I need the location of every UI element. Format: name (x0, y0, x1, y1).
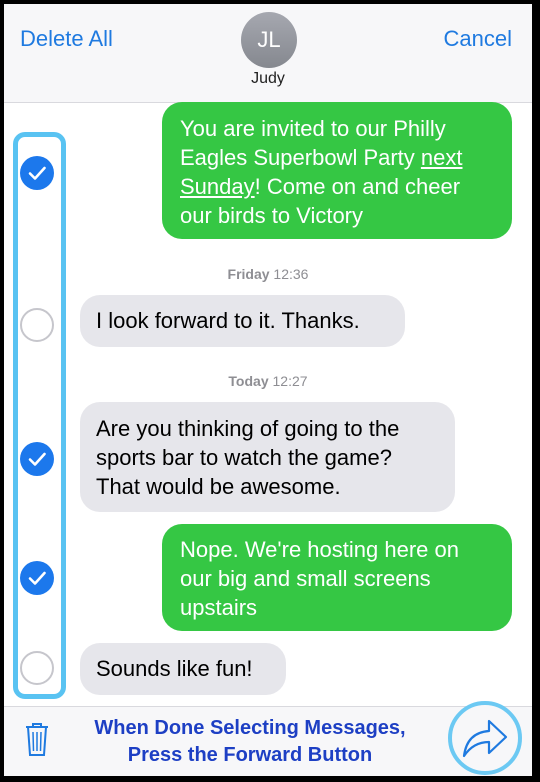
message-line: That would be awesome. (96, 474, 341, 499)
link-text[interactable]: Sunday (180, 174, 255, 199)
message-line: our big and small screens (180, 566, 431, 591)
instruction-line: Press the Forward Button (127, 744, 373, 766)
timestamp: Today 12:27 (228, 373, 308, 389)
message-line: You are invited to our Philly (180, 116, 446, 141)
message-line: our birds to Victory (180, 203, 364, 228)
checkmark-icon (28, 166, 46, 180)
message-line: Sunday! Come on and cheer (180, 174, 461, 199)
forward-button[interactable] (448, 701, 522, 775)
message-bubble-incoming[interactable]: Are you thinking of going to the sports b… (80, 402, 455, 512)
messages-select-screen: Delete All JL Judy Cancel You are invite… (4, 4, 532, 776)
link-text[interactable]: next (421, 145, 463, 170)
message-bubble-incoming[interactable]: Sounds like fun! (80, 643, 286, 695)
message-select-checkbox[interactable] (20, 442, 54, 476)
cancel-button[interactable]: Cancel (444, 26, 512, 52)
checkmark-icon (28, 452, 46, 466)
bottom-toolbar: When Done Selecting Messages, Press the … (4, 701, 532, 776)
message-line: Are you thinking of going to the (96, 416, 400, 441)
message-line: Nope. We're hosting here on (180, 537, 459, 562)
contact-name[interactable]: Judy (4, 70, 532, 88)
message-bubble-outgoing[interactable]: Nope. We're hosting here on our big and s… (162, 524, 512, 631)
message-select-checkbox[interactable] (20, 308, 54, 342)
message-select-checkbox[interactable] (20, 651, 54, 685)
selection-column-highlight (13, 132, 66, 699)
contact-avatar[interactable]: JL (241, 12, 297, 68)
instruction-text: When Done Selecting Messages, Press the … (60, 715, 440, 769)
message-bubble-outgoing[interactable]: You are invited to our Philly Eagles Supe… (162, 102, 512, 239)
message-select-checkbox[interactable] (20, 561, 54, 595)
message-bubble-incoming[interactable]: I look forward to it. Thanks. (80, 295, 405, 347)
instruction-line: When Done Selecting Messages, (94, 717, 406, 739)
timestamp: Friday 12:36 (227, 266, 309, 282)
delete-all-button[interactable]: Delete All (20, 26, 113, 52)
message-line: I look forward to it. Thanks. (96, 308, 360, 333)
conversation-header: Delete All JL Judy Cancel (4, 4, 532, 103)
message-line: Eagles Superbowl Party next (180, 145, 463, 170)
message-line: Sounds like fun! (96, 656, 253, 681)
checkmark-icon (28, 571, 46, 585)
forward-arrow-icon (462, 719, 508, 758)
message-line: upstairs (180, 595, 258, 620)
trash-icon[interactable] (24, 721, 50, 762)
message-line: sports bar to watch the game? (96, 445, 392, 470)
message-select-checkbox[interactable] (20, 156, 54, 190)
